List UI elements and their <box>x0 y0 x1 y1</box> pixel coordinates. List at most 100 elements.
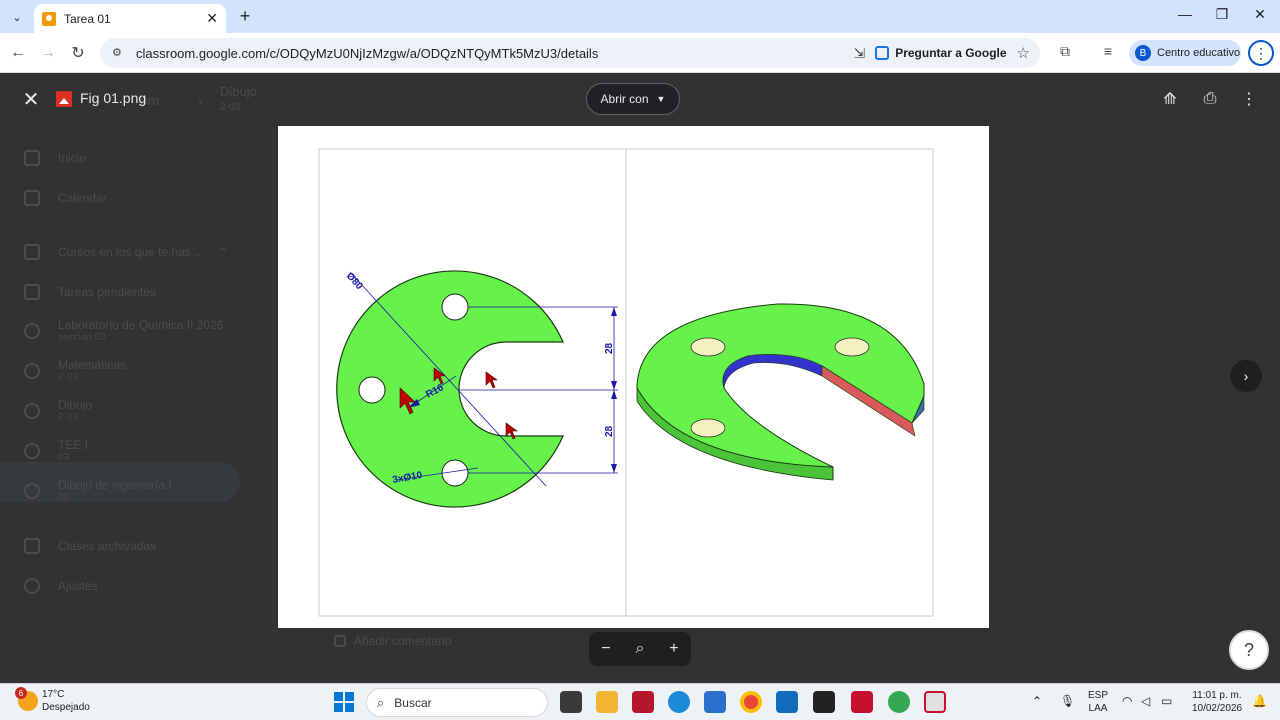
collapse-icon: ⌃ <box>218 245 229 259</box>
reload-icon[interactable]: ↻ <box>66 41 90 65</box>
bg-sidebar-item: Calendar <box>24 190 107 206</box>
image-preview: Ø80 R16 3xØ10 28 28 <box>278 126 989 628</box>
bg-sidebar-sub: 2-03 <box>58 412 79 423</box>
bg-sidebar-item: Dibujo de ingeniería I 03 <box>24 478 171 503</box>
media-queue-icon[interactable]: ≡ <box>1098 43 1118 59</box>
avatar: B <box>1135 45 1151 61</box>
bg-breadcrumb-chevron: › <box>198 92 203 108</box>
bg-sidebar-item: Matemáticas 2-03 <box>24 358 126 383</box>
extensions-puzzle-icon[interactable]: ⧉ <box>1055 43 1075 60</box>
open-with-button[interactable]: Abrir con ▼ <box>586 83 680 115</box>
address-bar[interactable]: ⚙ classroom.google.com/c/ODQyMzU0NjIzMzg… <box>100 38 1040 68</box>
arrowhead <box>611 307 617 316</box>
profile-chip[interactable]: B Centro educativo <box>1129 40 1241 66</box>
archive-icon <box>24 538 40 554</box>
lens-icon <box>875 46 890 60</box>
snipping-tool-icon[interactable] <box>924 691 946 713</box>
close-viewer-icon[interactable]: ✕ <box>20 88 42 111</box>
bg-sidebar-sub: 2-03 <box>58 372 79 383</box>
more-options-icon[interactable]: ⋮ <box>1238 88 1260 110</box>
browser-menu-icon[interactable]: ⋮ <box>1248 40 1274 66</box>
forward-arrow-icon[interactable]: → <box>36 41 60 65</box>
bg-sidebar-item: Laboratorio de Química II 2026 sección 03 <box>24 318 223 343</box>
hole-top <box>441 293 469 321</box>
window-close-icon[interactable]: ✕ <box>1250 6 1270 23</box>
diameter-label: Ø80 <box>344 271 365 293</box>
edge-icon[interactable] <box>668 691 690 713</box>
mcafee-icon[interactable] <box>632 691 654 713</box>
zoom-magnifier-icon[interactable]: ⌕ <box>636 640 645 658</box>
browser-tab[interactable]: Tarea 01 ✕ <box>34 4 226 33</box>
temperature: 17°C <box>42 689 65 700</box>
minimize-icon[interactable]: — <box>1175 6 1195 22</box>
bg-sidebar-item: Dibujo 2-03 <box>24 398 92 423</box>
windows-taskbar: 6 17°C Despejado ⌕ Buscar ⌃ 🎙 ESP LAA ◠ … <box>0 683 1280 720</box>
bg-sidebar-item: Clases archivadas <box>24 538 156 554</box>
windows-start-icon[interactable] <box>334 692 354 712</box>
bg-sidebar-sub: 03 <box>58 492 70 503</box>
home-icon <box>24 150 40 166</box>
tab-title: Tarea 01 <box>64 11 111 26</box>
new-tab-plus-icon[interactable]: + <box>234 5 256 27</box>
help-icon[interactable]: ? <box>1229 630 1269 670</box>
bg-sidebar-label: Dibujo <box>58 398 93 412</box>
bg-sidebar-label: TEE I <box>58 438 89 452</box>
course-avatar-icon <box>24 322 40 339</box>
ask-google-button[interactable]: Preguntar a Google <box>875 46 1007 60</box>
bg-sidebar-item: Tareas pendientes <box>24 284 156 300</box>
notification-badge: 6 <box>15 687 27 699</box>
calendar-icon <box>24 190 40 206</box>
bg-sidebar-sub: 03 <box>58 452 70 463</box>
comment-icon <box>334 635 346 647</box>
clock[interactable]: 11:01 p. m. 10/02/2026 <box>1186 689 1248 715</box>
tab-list-chevron-icon[interactable]: ⌄ <box>6 6 28 28</box>
tray-expand-icon[interactable]: ⌃ <box>1032 694 1042 708</box>
open-with-label: Abrir con <box>600 92 649 106</box>
maximize-icon[interactable]: ❐ <box>1212 6 1232 23</box>
notifications-bell-icon[interactable]: 🔔 <box>1252 694 1267 708</box>
school-icon <box>24 244 40 260</box>
bookmark-star-icon[interactable]: ☆ <box>1017 44 1030 62</box>
task-view-icon[interactable] <box>560 691 582 713</box>
outlook-icon[interactable] <box>776 691 798 713</box>
bg-sidebar-item: Ajustes <box>24 578 97 594</box>
zoom-out-icon[interactable]: − <box>601 640 610 658</box>
bg-sidebar-label: Ajustes <box>58 579 98 593</box>
print-icon[interactable]: ⎙ <box>1199 88 1221 110</box>
wifi-icon[interactable]: ◠ <box>1122 694 1132 708</box>
upper-dimension-label: 28 <box>604 342 615 354</box>
classroom-favicon-icon <box>42 11 56 26</box>
battery-icon[interactable]: ▭ <box>1161 694 1172 708</box>
search-label: Buscar <box>394 695 432 710</box>
image-file-icon <box>56 91 72 107</box>
bg-comment-label: Añadir comentario <box>354 634 452 648</box>
back-arrow-icon[interactable]: ← <box>6 41 30 65</box>
install-app-icon[interactable]: ⇲ <box>853 45 865 62</box>
file-explorer-icon[interactable] <box>596 691 618 713</box>
clock-time: 11:01 p. m. <box>1192 690 1242 701</box>
arrowhead <box>611 390 617 399</box>
url-text[interactable]: classroom.google.com/c/ODQyMzU0NjIzMzgw/… <box>136 46 853 61</box>
chrome-profile-icon[interactable] <box>888 691 910 713</box>
tab-close-icon[interactable]: ✕ <box>206 10 218 27</box>
add-to-drive-icon[interactable]: ⟰ <box>1159 88 1181 110</box>
bg-sidebar-item: Cursos en los que te has ... ⌃ <box>24 244 228 260</box>
chrome-icon[interactable] <box>740 691 762 713</box>
bg-comment-field: Añadir comentario <box>334 634 451 648</box>
zoom-controls: − ⌕ + <box>589 632 691 666</box>
zoom-in-icon[interactable]: + <box>669 640 678 658</box>
volume-icon[interactable]: ◁ <box>1141 694 1150 708</box>
course-avatar-icon <box>24 362 40 379</box>
bg-sidebar-sub: sección 03 <box>58 332 106 343</box>
next-file-chevron-icon[interactable]: › <box>1230 360 1262 392</box>
store-icon[interactable] <box>704 691 726 713</box>
notes-icon[interactable] <box>813 691 835 713</box>
weather-widget[interactable]: 6 17°C Despejado <box>15 687 90 714</box>
site-settings-icon[interactable]: ⚙ <box>112 46 126 60</box>
microphone-icon[interactable]: 🎙 <box>1060 694 1075 708</box>
autocad-icon[interactable] <box>851 691 873 713</box>
lower-dimension-label: 28 <box>604 425 615 437</box>
language-indicator[interactable]: ESP LAA <box>1085 689 1111 715</box>
taskbar-search[interactable]: ⌕ Buscar <box>366 688 548 717</box>
bg-sidebar-label: Calendar <box>58 191 107 205</box>
